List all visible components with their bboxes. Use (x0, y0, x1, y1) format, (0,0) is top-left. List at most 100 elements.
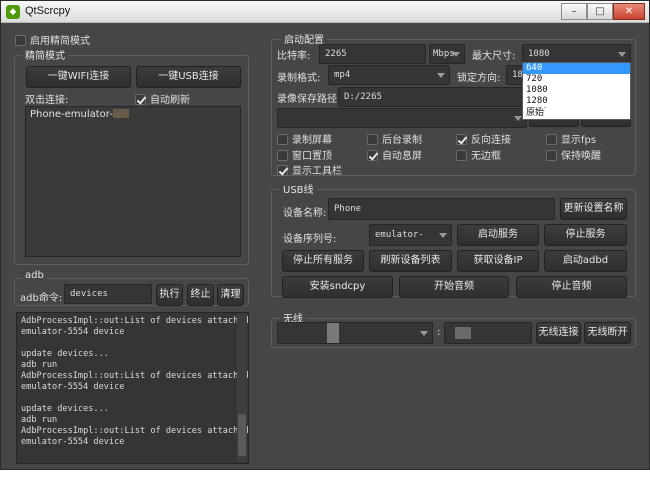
ip-port-separator: : (437, 327, 441, 338)
stop-all-services-button[interactable]: 停止所有服务 (282, 250, 364, 272)
wireless-connect-button[interactable]: 无线连接 (536, 322, 581, 344)
record-format-select[interactable]: mp4 (328, 65, 450, 85)
chevron-down-icon (437, 73, 445, 78)
checkbox-box (367, 150, 378, 161)
lock-orientation-label: 锁定方向: (457, 73, 501, 84)
device-name-input[interactable]: Phone (328, 198, 555, 220)
get-device-ip-button[interactable]: 获取设备IP (457, 250, 539, 272)
chevron-down-icon (420, 331, 428, 336)
chevron-down-icon (439, 233, 447, 238)
wireless-ip-select[interactable] (277, 322, 433, 344)
wireless-port-input[interactable] (444, 322, 532, 344)
clear-button[interactable]: 清理 (217, 284, 244, 306)
checkbox-box (546, 150, 557, 161)
bitrate-input[interactable]: 2265 (319, 44, 426, 64)
console-line: emulator-5554 device (21, 382, 125, 392)
console-line: AdbProcessImpl::out:List of devices atta… (21, 316, 249, 326)
masked-text-block (327, 323, 339, 343)
adb-command-label: adb命令: (20, 293, 63, 304)
checkbox-box (135, 94, 146, 105)
maximize-button[interactable]: □ (587, 3, 613, 20)
serial-label: 设备序列号: (283, 234, 337, 245)
checkbox-box (277, 134, 288, 145)
masked-text-block (455, 327, 471, 339)
refresh-devices-button[interactable]: 刷新设备列表 (369, 250, 452, 272)
reverse-connect-checkbox[interactable]: 反向连接 (456, 131, 511, 146)
masked-text-block (112, 109, 129, 118)
auto-refresh-checkbox[interactable]: 自动刷新 (135, 91, 190, 106)
console-line: adb run (21, 415, 58, 425)
chevron-down-icon (618, 52, 626, 57)
chevron-down-icon (514, 116, 522, 121)
checkbox-box (277, 165, 288, 176)
adb-command-input[interactable]: devices (64, 284, 152, 304)
device-list[interactable]: Phone-emulator- (25, 106, 241, 257)
adb-output-console[interactable]: AdbProcessImpl::out:List of devices atta… (16, 312, 249, 464)
stay-awake-checkbox[interactable]: 保持唤醒 (546, 147, 601, 162)
android-app-icon: ◆ (6, 5, 20, 19)
update-name-button[interactable]: 更新设置名称 (560, 198, 627, 220)
background-record-checkbox[interactable]: 后台录制 (367, 131, 422, 146)
list-item[interactable]: Phone-emulator- (30, 109, 129, 120)
stop-audio-button[interactable]: 停止音频 (516, 276, 627, 298)
record-path-input[interactable]: D:/2265 (338, 87, 528, 107)
max-size-label: 最大尺寸: (472, 51, 516, 62)
checkbox-box (15, 35, 26, 46)
wireless-disconnect-button[interactable]: 无线断开 (584, 322, 631, 344)
show-fps-checkbox[interactable]: 显示fps (546, 131, 596, 146)
install-sndcpy-button[interactable]: 安装sndcpy (282, 276, 393, 298)
minimize-button[interactable]: – (561, 3, 587, 20)
checkbox-box (367, 134, 378, 145)
bitrate-label: 比特率: (277, 51, 311, 62)
console-line: AdbProcessImpl::out:List of devices atta… (21, 426, 249, 436)
terminate-button[interactable]: 终止 (187, 284, 214, 306)
start-service-button[interactable]: 启动服务 (457, 224, 539, 246)
record-path-history-select[interactable] (277, 108, 527, 128)
checkbox-box (456, 150, 467, 161)
adb-group-title: adb (22, 270, 47, 281)
auto-screen-off-checkbox[interactable]: 自动息屏 (367, 147, 422, 162)
console-line: AdbProcessImpl::out:List of devices atta… (21, 371, 249, 381)
simple-mode-group-title: 精简模式 (22, 47, 68, 62)
max-size-dropdown-last[interactable]: 原始 (522, 108, 631, 120)
console-line: emulator-5554 device (21, 327, 125, 337)
frameless-checkbox[interactable]: 无边框 (456, 147, 501, 162)
console-line: update devices... (21, 404, 109, 414)
always-on-top-checkbox[interactable]: 窗口置顶 (277, 147, 332, 162)
checkbox-box (277, 150, 288, 161)
main-window: ◆ QtScrcpy – □ ✕ 启用精简模式 精简模式 一键WIFI连接 一键… (0, 0, 650, 470)
stop-service-button[interactable]: 停止服务 (544, 224, 627, 246)
record-screen-checkbox[interactable]: 录制屏幕 (277, 131, 332, 146)
console-line: adb run (21, 360, 58, 370)
close-button[interactable]: ✕ (613, 3, 645, 20)
dropdown-option[interactable]: 1080 (523, 85, 630, 96)
execute-button[interactable]: 执行 (156, 284, 183, 306)
dropdown-option[interactable]: 1280 (523, 96, 630, 107)
max-size-select[interactable]: 1080 (522, 44, 631, 64)
dropdown-option[interactable]: 原始 (523, 108, 630, 119)
bitrate-unit-select[interactable]: Mbps (429, 44, 465, 64)
dropdown-option[interactable]: 720 (523, 74, 630, 85)
simple-mode-checkbox[interactable]: 启用精简模式 (15, 32, 90, 47)
serial-select[interactable]: emulator- (369, 224, 452, 246)
title-bar[interactable]: ◆ QtScrcpy – □ ✕ (1, 1, 649, 23)
scrollbar-thumb[interactable] (238, 414, 246, 456)
wifi-connect-button[interactable]: 一键WIFI连接 (26, 66, 131, 88)
window-title: QtScrcpy (25, 5, 71, 17)
record-format-label: 录制格式: (277, 73, 321, 84)
usb-group-title: USB线 (280, 181, 317, 196)
device-name-label: 设备名称: (283, 208, 327, 219)
start-audio-button[interactable]: 开始音频 (399, 276, 509, 298)
show-toolbar-checkbox[interactable]: 显示工具栏 (277, 162, 342, 177)
console-scrollbar[interactable] (237, 314, 247, 462)
usb-connect-button[interactable]: 一键USB连接 (136, 66, 241, 88)
dropdown-option[interactable]: 640 (523, 63, 630, 74)
checkbox-box (546, 134, 557, 145)
checkbox-box (456, 134, 467, 145)
start-adbd-button[interactable]: 启动adbd (544, 250, 627, 272)
record-path-label: 录像保存路径 (277, 94, 337, 105)
console-line: update devices... (21, 349, 109, 359)
chevron-down-icon (452, 52, 460, 57)
